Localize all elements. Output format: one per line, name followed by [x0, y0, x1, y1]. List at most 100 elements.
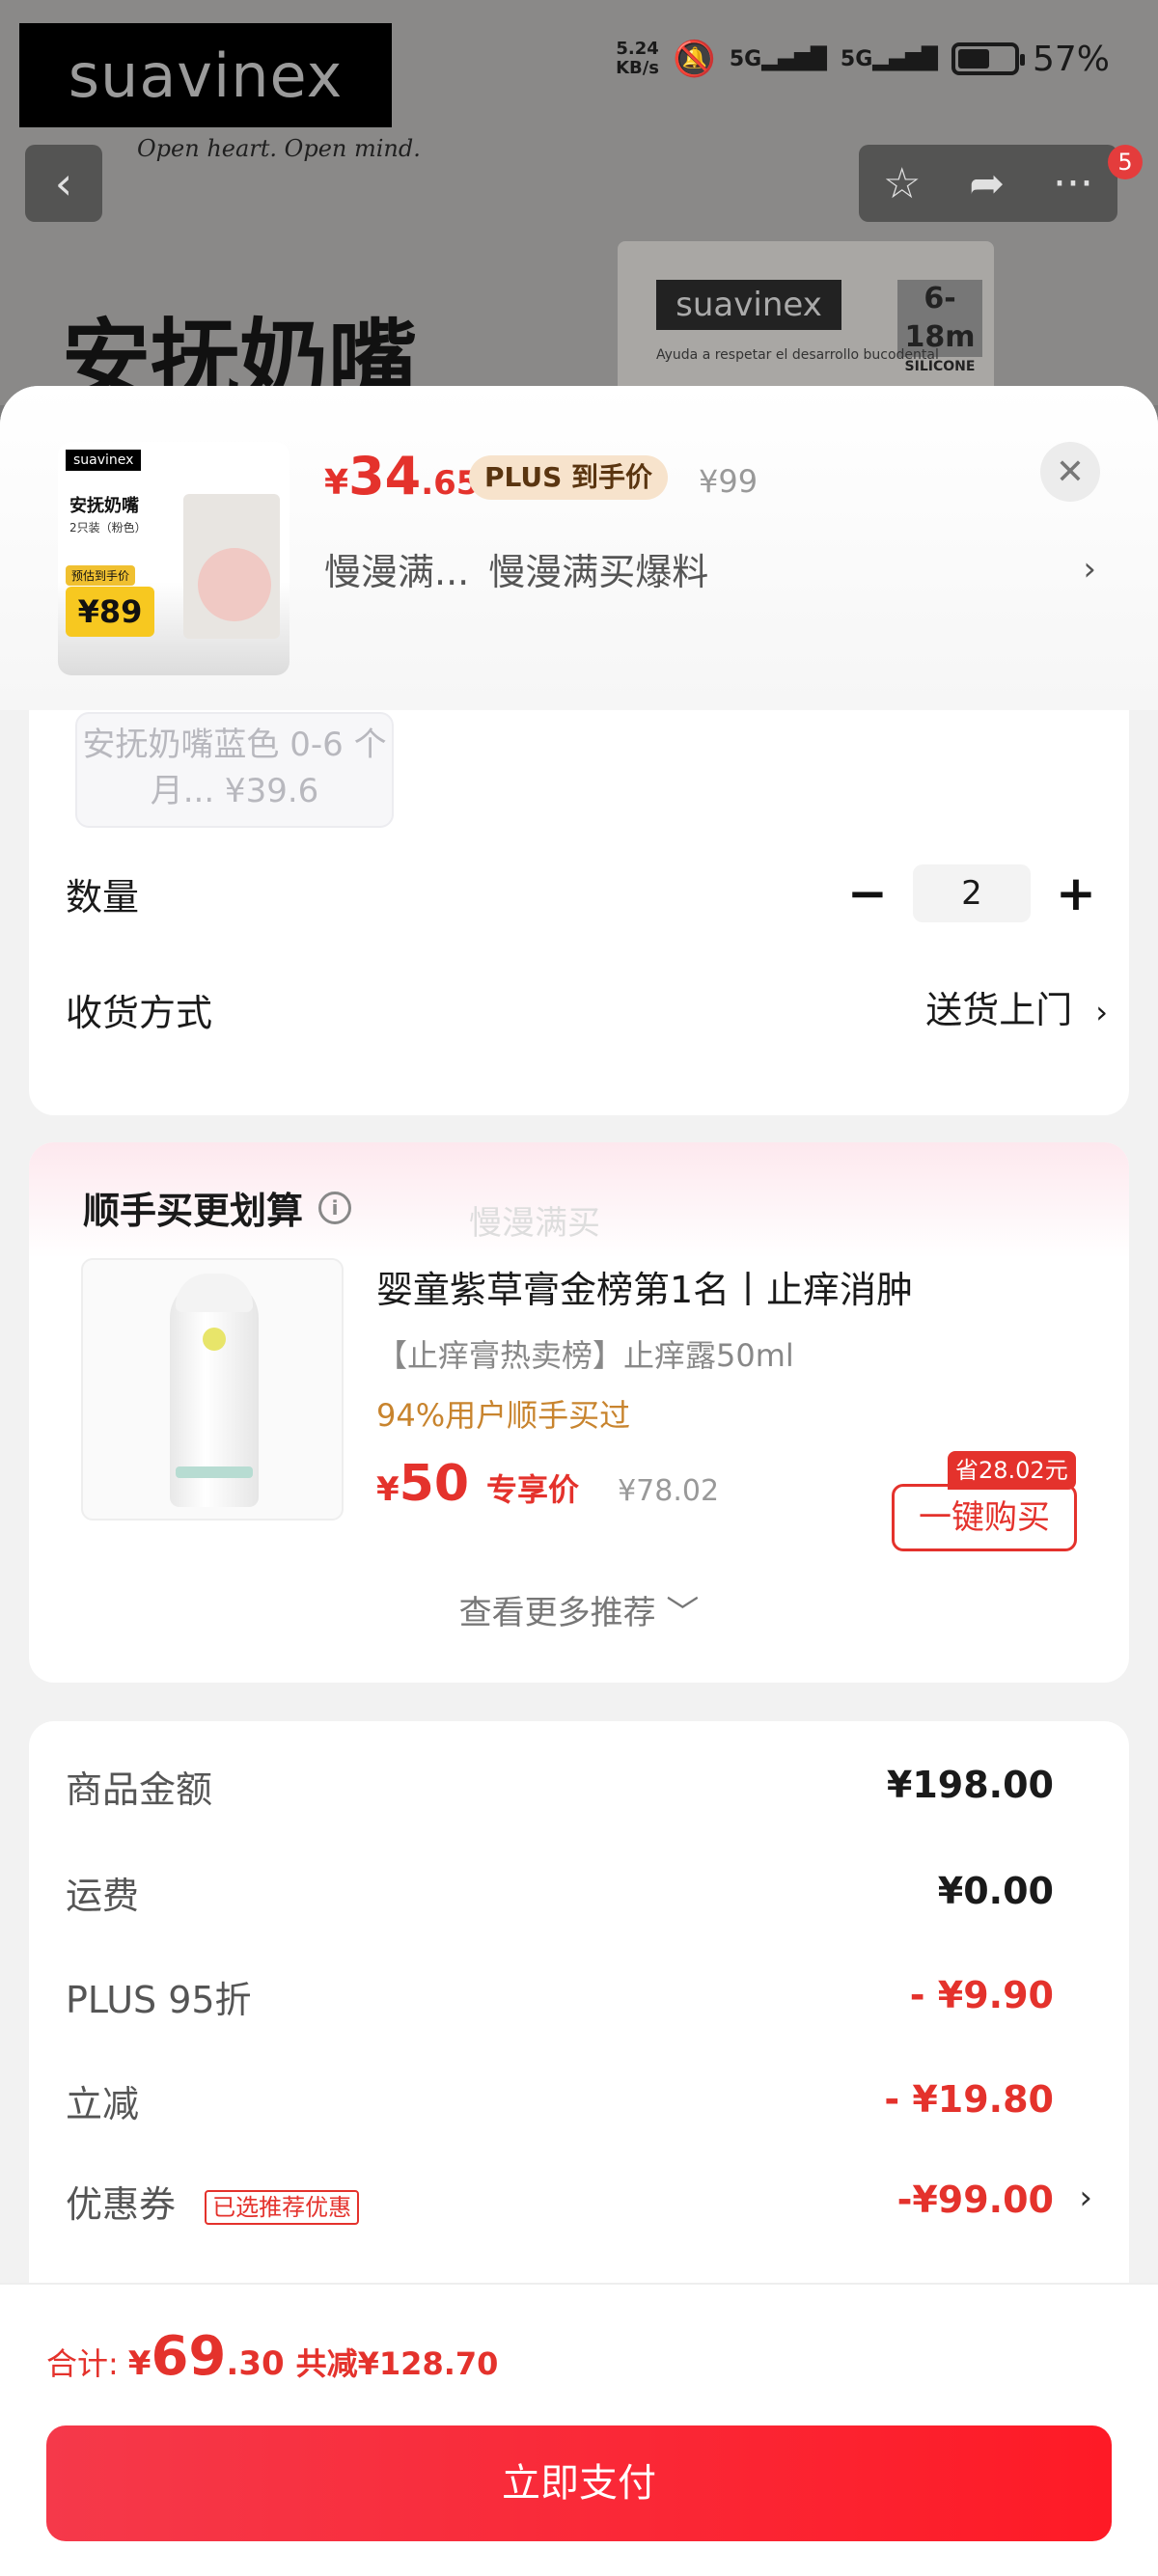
- battery-level: [957, 49, 989, 69]
- recommended-price-currency: ¥: [376, 1470, 400, 1509]
- sim1-label: 5G: [729, 46, 762, 71]
- chevron-right-icon: ›: [1079, 2179, 1092, 2217]
- total-integer: 69: [151, 2325, 227, 2388]
- notification-badge: 5: [1108, 145, 1143, 179]
- coupon-recommended-tag: 已选推荐优惠: [205, 2189, 360, 2225]
- shipping-method-label: 收货方式: [66, 991, 213, 1034]
- original-price: ¥99: [699, 463, 758, 500]
- total-row: 合计: ¥ 69 .30 共减¥128.70: [46, 2325, 498, 2388]
- current-price: ¥ 34 .65: [324, 446, 479, 507]
- recommended-price-value: 50: [399, 1455, 470, 1513]
- bottle-band: [176, 1466, 253, 1478]
- brand-logo: suavinex: [19, 23, 392, 127]
- recommendation-card: 顺手买更划算 i 慢漫满买 婴童紫草膏金榜第1名丨止痒消肿 【止痒膏热卖榜】止痒…: [29, 1142, 1129, 1683]
- total-decimal: .30: [226, 2344, 285, 2383]
- watermark-text: 慢漫满买: [469, 1204, 600, 1243]
- share-icon[interactable]: ➦: [969, 159, 1005, 208]
- amount-row-instant-discount: 立减 - ¥19.80: [66, 2074, 1054, 2132]
- network-speed-value: 5.24: [616, 39, 659, 59]
- pay-now-button[interactable]: 立即支付: [46, 2425, 1112, 2541]
- network-speed: 5.24 KB/s: [616, 40, 659, 78]
- more-options-icon[interactable]: ···: [1053, 159, 1093, 208]
- top-action-bar: ☆ ➦ ···: [859, 145, 1117, 222]
- amount-label: 运费: [66, 1875, 140, 1917]
- promo-row[interactable]: 慢漫满... 慢漫满买爆料 ›: [324, 542, 1096, 595]
- amount-value: ¥198.00: [886, 1764, 1054, 1806]
- promo-text-2: 慢漫满买爆料: [488, 551, 709, 593]
- favorite-star-icon[interactable]: ☆: [883, 159, 921, 208]
- recommended-original-price: ¥78.02: [618, 1474, 720, 1508]
- recommended-product-image[interactable]: [81, 1258, 344, 1521]
- amount-label: 优惠券: [66, 2183, 177, 2226]
- chevron-right-icon: ›: [1083, 549, 1096, 589]
- battery-percent: 57%: [1032, 39, 1110, 79]
- amount-row-coupon[interactable]: 优惠券 已选推荐优惠 -¥99.00 ›: [66, 2175, 1092, 2233]
- amount-row-plus-discount: PLUS 95折 - ¥9.90: [66, 1970, 1054, 2028]
- brand-logo-text: suavinex: [68, 40, 344, 111]
- total-label: 合计:: [46, 2345, 119, 2382]
- amount-summary-card: 商品金额 ¥198.00 运费 ¥0.00 PLUS 95折 - ¥9.90 立…: [29, 1721, 1129, 2319]
- thumbnail-name: 安抚奶嘴: [69, 496, 139, 516]
- recommended-product-subtitle: 【止痒膏热卖榜】止痒露50ml: [376, 1337, 794, 1374]
- amount-value: ¥0.00: [937, 1870, 1054, 1912]
- see-more-recommendations[interactable]: 查看更多推荐 ﹀: [29, 1586, 1129, 1633]
- quantity-stepper: − 2 +: [843, 864, 1100, 922]
- chevron-left-icon: ‹: [54, 157, 73, 209]
- battery-icon: [951, 42, 1025, 75]
- info-icon[interactable]: i: [318, 1191, 352, 1224]
- mute-icon: 🔕: [673, 40, 716, 79]
- package-description: Ayuda a respetar el desarrollo bucodenta…: [656, 347, 939, 363]
- promo-text-1: 慢漫满...: [324, 551, 470, 593]
- thumbnail-subtitle: 2只装（粉色）: [69, 521, 147, 534]
- pacifier-image: [198, 548, 271, 621]
- amount-row-shipping: 运费 ¥0.00: [66, 1866, 1054, 1924]
- thumbnail-price-pill: 预估到手价: [66, 565, 136, 586]
- shipping-method-text: 送货上门: [925, 989, 1073, 1031]
- network-speed-unit: KB/s: [616, 58, 660, 78]
- quantity-increase-button[interactable]: +: [1052, 865, 1100, 921]
- product-thumbnail: suavinex 安抚奶嘴 2只装（粉色） 预估到手价 ¥89: [58, 442, 290, 675]
- plus-price-tag: PLUS 到手价: [469, 455, 669, 500]
- back-button[interactable]: ‹: [25, 145, 102, 222]
- quantity-row: 数量 − 2 +: [66, 864, 1108, 922]
- bottle-cap: [176, 1274, 253, 1312]
- options-card: 安抚奶嘴蓝色 0-6 个月... ¥39.6 数量 − 2 + 收货方式 送货上…: [29, 710, 1129, 1115]
- status-bar: 5.24 KB/s 🔕 5G▂▄▆█ 5G▂▄▆█ 57%: [616, 39, 1110, 80]
- shipping-method-row[interactable]: 收货方式 送货上门 ›: [66, 980, 1108, 1038]
- quantity-decrease-button[interactable]: −: [843, 865, 892, 921]
- sim2-label: 5G: [840, 46, 873, 71]
- brand-slogan: Open heart. Open mind.: [137, 135, 421, 162]
- package-age-label: 6-18m SILICONE: [897, 280, 982, 374]
- recommended-price-label: 专享价: [486, 1471, 580, 1508]
- amount-value: - ¥19.80: [884, 2078, 1054, 2121]
- close-button[interactable]: ✕: [1040, 442, 1100, 502]
- amount-label: 商品金额: [66, 1768, 213, 1811]
- amount-label: PLUS 95折: [66, 1979, 252, 2021]
- recommended-price: ¥ 50 专享价 ¥78.02: [376, 1455, 719, 1513]
- total-currency: ¥: [127, 2344, 152, 2383]
- total-saved: 共减¥128.70: [295, 2345, 499, 2382]
- thumbnail-price: ¥89: [66, 587, 154, 637]
- package-brand-label: suavinex: [656, 280, 841, 330]
- recommendation-title: 顺手买更划算 i: [83, 1181, 352, 1234]
- signal-icon-sim1: 5G▂▄▆█: [729, 46, 827, 71]
- price-integer: 34: [348, 446, 422, 507]
- thumbnail-logo: suavinex: [66, 450, 142, 471]
- close-icon: ✕: [1055, 452, 1086, 492]
- quantity-input[interactable]: 2: [913, 864, 1031, 922]
- quantity-label: 数量: [66, 875, 140, 918]
- price-currency: ¥: [324, 463, 349, 503]
- recommended-bought-rate: 94%用户顺手买过: [376, 1397, 631, 1434]
- shipping-method-value: 送货上门 ›: [925, 980, 1108, 1033]
- variant-option-blue[interactable]: 安抚奶嘴蓝色 0-6 个月... ¥39.6: [75, 712, 394, 828]
- bottle-label-dot: [203, 1328, 226, 1351]
- signal-icon-sim2: 5G▂▄▆█: [840, 46, 938, 71]
- amount-row-goods: 商品金额 ¥198.00: [66, 1760, 1054, 1818]
- amount-value: -¥99.00: [896, 2179, 1054, 2221]
- savings-badge: 省28.02元: [948, 1451, 1076, 1490]
- checkout-footer: 合计: ¥ 69 .30 共减¥128.70 立即支付: [0, 2283, 1158, 2576]
- recommended-product-name[interactable]: 婴童紫草膏金榜第1名丨止痒消肿: [376, 1260, 913, 1313]
- amount-label: 立减: [66, 2083, 140, 2125]
- one-click-buy-button[interactable]: 一键购买: [892, 1484, 1077, 1551]
- recommendation-title-text: 顺手买更划算: [83, 1190, 304, 1232]
